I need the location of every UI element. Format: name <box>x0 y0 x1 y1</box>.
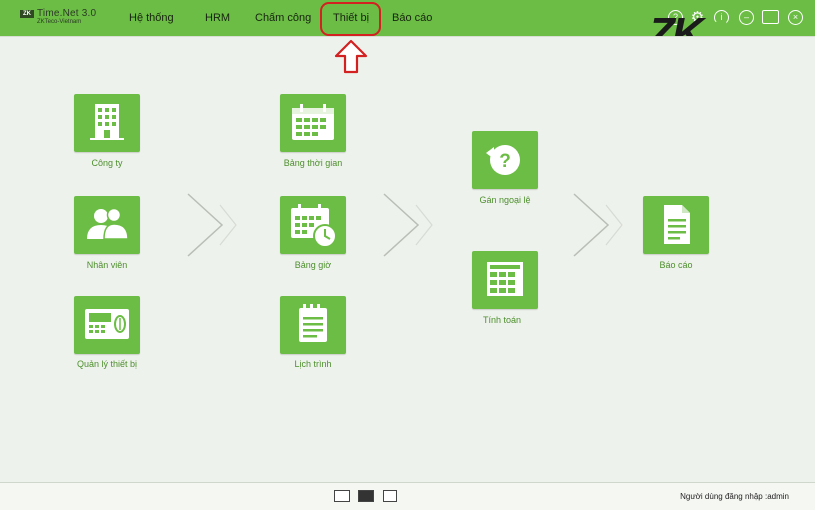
menu-item-system[interactable]: Hệ thống <box>129 12 174 24</box>
company-tile[interactable] <box>74 94 140 152</box>
company-label: Công ty <box>91 158 123 168</box>
menu-item-hrm[interactable]: HRM <box>205 12 230 24</box>
fingerprint-device-icon <box>85 309 129 339</box>
shift-tile[interactable] <box>280 196 346 254</box>
grid-table-icon <box>487 262 523 296</box>
flow-chevron-icon <box>383 193 433 257</box>
timetable-tile[interactable] <box>280 94 346 152</box>
logged-in-user: Người dùng đăng nhập :admin <box>680 492 789 501</box>
timetable-label: Bảng thời gian <box>283 158 343 168</box>
app-subtitle: ZKTeco-Vietnam <box>37 19 82 25</box>
report-tile[interactable] <box>643 196 709 254</box>
device-menu-highlight <box>320 2 381 36</box>
calendar-clock-icon <box>291 204 337 248</box>
employee-tile[interactable] <box>74 196 140 254</box>
app-title: Time.Net 3.0 <box>37 8 97 19</box>
device-management-tile[interactable] <box>74 296 140 354</box>
report-label: Báo cáo <box>659 260 693 270</box>
exception-label: Gán ngoại lệ <box>479 195 531 205</box>
flow-chevron-icon <box>573 193 623 257</box>
calendar-icon <box>292 104 334 140</box>
menu-item-attendance[interactable]: Chấm công <box>255 12 311 24</box>
documents-icon[interactable] <box>383 490 397 502</box>
menu-item-report[interactable]: Báo cáo <box>392 12 432 24</box>
exception-tile[interactable]: ? <box>472 131 538 189</box>
employee-label: Nhân viên <box>86 260 128 270</box>
device-status-icon[interactable] <box>358 490 374 502</box>
id-card-icon[interactable] <box>334 490 350 502</box>
flow-chevron-icon <box>187 193 237 257</box>
schedule-label: Lịch trình <box>294 359 332 369</box>
annotation-up-arrow-icon <box>334 39 368 74</box>
svg-text:?: ? <box>499 151 511 172</box>
notepad-icon <box>299 304 327 342</box>
app-logo-badge: ZK <box>20 10 34 18</box>
close-button[interactable]: × <box>788 10 803 25</box>
shift-label: Bảng giờ <box>294 260 332 270</box>
users-icon <box>87 207 129 240</box>
calculate-label: Tính toán <box>482 315 522 325</box>
building-icon <box>90 104 124 140</box>
document-icon <box>664 205 690 244</box>
device-management-label: Quản lý thiết bị <box>76 359 138 369</box>
refresh-question-icon: ? <box>486 145 520 175</box>
status-bar: Người dùng đăng nhập :admin <box>0 482 815 510</box>
calculate-tile[interactable] <box>472 251 538 309</box>
schedule-tile[interactable] <box>280 296 346 354</box>
